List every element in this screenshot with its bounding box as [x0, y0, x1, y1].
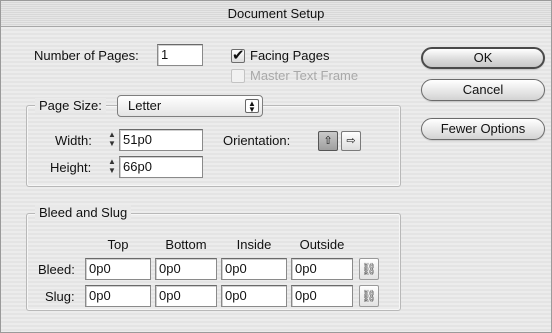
column-header-outside: Outside — [299, 237, 345, 252]
bleed-inside-field[interactable]: 0p0 — [221, 258, 287, 280]
bleed-link-icon[interactable]: ⛓ — [359, 258, 379, 280]
bleed-outside-field[interactable]: 0p0 — [291, 258, 353, 280]
master-text-frame-checkbox[interactable] — [231, 69, 245, 83]
number-of-pages-label: Number of Pages: — [34, 48, 139, 63]
page-size-value: Letter — [128, 98, 162, 113]
cancel-button[interactable]: Cancel — [421, 79, 545, 101]
height-field[interactable]: 66p0 — [119, 156, 203, 178]
number-of-pages-field[interactable]: 1 — [157, 44, 203, 66]
orientation-label: Orientation: — [223, 133, 291, 148]
master-text-frame-label: Master Text Frame — [250, 68, 359, 83]
slug-link-icon[interactable]: ⛓ — [359, 285, 379, 307]
bleed-label: Bleed: — [38, 262, 75, 277]
column-header-top: Top — [107, 237, 129, 252]
facing-pages-checkbox[interactable] — [231, 46, 245, 64]
width-field[interactable]: 51p0 — [119, 129, 203, 151]
width-spinner-icon[interactable]: ▲ ▼ — [107, 130, 117, 150]
height-spinner-icon[interactable]: ▲ ▼ — [107, 157, 117, 177]
width-label: Width: — [55, 133, 92, 148]
slug-bottom-field[interactable]: 0p0 — [155, 285, 217, 307]
fewer-options-button[interactable]: Fewer Options — [421, 118, 545, 140]
window-title: Document Setup — [1, 1, 551, 27]
slug-inside-field[interactable]: 0p0 — [221, 285, 287, 307]
page-size-popup[interactable]: Letter ▲ ▼ — [117, 95, 263, 117]
facing-pages-label: Facing Pages — [250, 48, 330, 63]
document-setup-dialog: Document Setup Number of Pages: 1 Facing… — [0, 0, 552, 333]
slug-top-field[interactable]: 0p0 — [85, 285, 151, 307]
page-size-label: Page Size: — [35, 98, 106, 113]
slug-outside-field[interactable]: 0p0 — [291, 285, 353, 307]
column-header-bottom: Bottom — [165, 237, 207, 252]
bleed-top-field[interactable]: 0p0 — [85, 258, 151, 280]
bleed-and-slug-title: Bleed and Slug — [35, 205, 132, 220]
height-label: Height: — [50, 160, 92, 175]
ok-button[interactable]: OK — [421, 47, 545, 69]
column-header-inside: Inside — [236, 237, 272, 252]
bleed-bottom-field[interactable]: 0p0 — [155, 258, 217, 280]
slug-label: Slug: — [45, 289, 75, 304]
updown-chevron-icon: ▲ ▼ — [245, 99, 259, 114]
portrait-orientation-icon[interactable]: ⇧ — [318, 131, 338, 151]
landscape-orientation-icon[interactable]: ⇨ — [341, 131, 361, 151]
